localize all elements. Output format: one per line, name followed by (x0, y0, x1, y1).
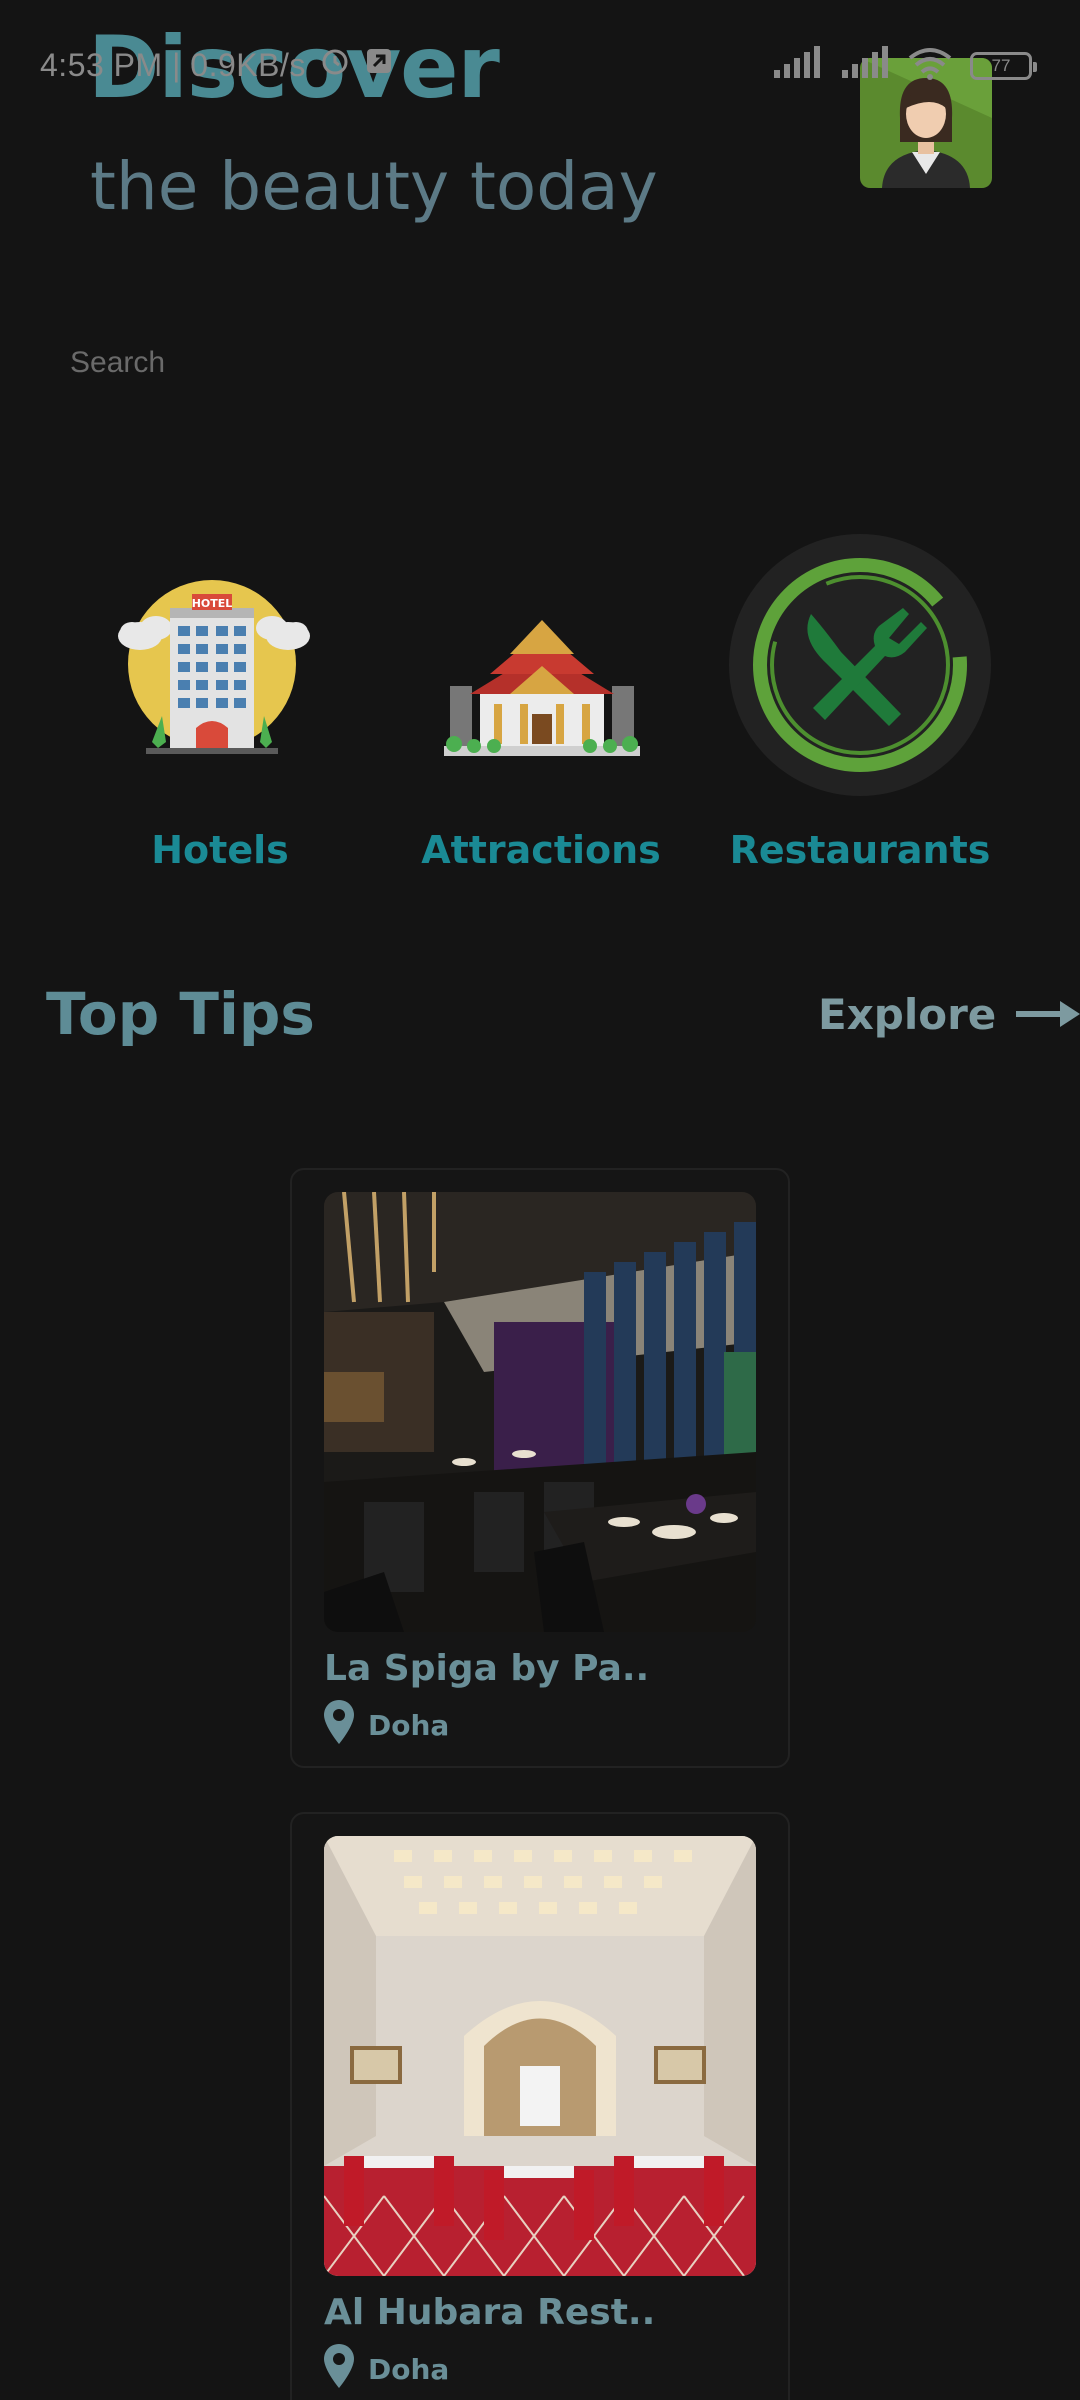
restaurant-photo (324, 1836, 756, 2276)
category-label-attractions[interactable]: Attractions (421, 828, 661, 872)
restaurant-card[interactable]: La Spiga by Pa.. Doha (290, 1168, 790, 1768)
explore-label: Explore (818, 990, 997, 1039)
category-attractions[interactable] (440, 620, 644, 762)
restaurant-location: Doha (324, 1700, 449, 1751)
alarm-icon (320, 46, 350, 84)
status-time: 4:53 PM | 0.9KB/s (40, 46, 306, 83)
arrow-right-icon (1016, 990, 1080, 1039)
category-label-hotels[interactable]: Hotels (151, 828, 289, 872)
restaurant-location: Doha (324, 2344, 449, 2395)
page-subtitle: the beauty today (90, 148, 658, 225)
status-right: 77 (772, 46, 1037, 85)
wifi-icon (908, 46, 952, 85)
restaurant-photo (324, 1192, 756, 1632)
map-pin-icon (324, 2344, 354, 2395)
explore-button[interactable]: Explore (818, 990, 1080, 1039)
restaurant-card[interactable]: Al Hubara Rest.. Doha (290, 1812, 790, 2400)
map-pin-icon (324, 1700, 354, 1751)
battery-level: 77 (991, 55, 1011, 75)
category-label-restaurants[interactable]: Restaurants (730, 828, 991, 872)
search-input[interactable] (50, 330, 1030, 396)
restaurant-name: La Spiga by Pa.. (324, 1648, 650, 1689)
location-text: Doha (368, 2353, 450, 2386)
battery-icon: 77 (970, 51, 1037, 80)
temple-icon (440, 620, 644, 766)
signal-icon (840, 46, 890, 85)
svg-text:HOTEL: HOTEL (192, 597, 233, 610)
category-restaurants[interactable] (729, 534, 991, 796)
category-hotels[interactable]: HOTEL (106, 566, 318, 766)
fork-knife-icon (729, 534, 991, 800)
notification-icon (364, 46, 394, 84)
hotel-icon: HOTEL (106, 580, 318, 770)
location-text: Doha (368, 1709, 450, 1742)
status-left: 4:53 PM | 0.9KB/s (40, 46, 394, 84)
restaurant-name: Al Hubara Rest.. (324, 2292, 656, 2333)
top-tips-title: Top Tips (46, 980, 315, 1048)
signal-icon (772, 46, 822, 85)
status-bar: 4:53 PM | 0.9KB/s 77 (0, 0, 1080, 130)
